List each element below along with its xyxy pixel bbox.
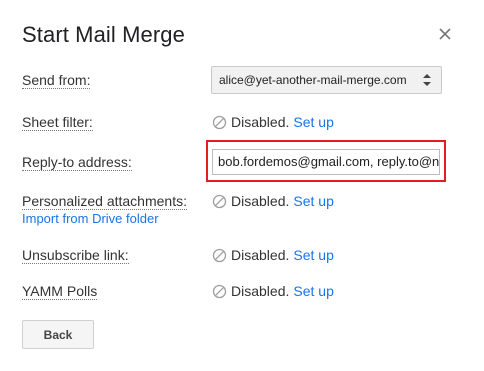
disabled-icon [212, 248, 227, 263]
send-from-value: alice@yet-another-mail-merge.com [219, 73, 407, 87]
attachments-status: Disabled. Set up [212, 193, 334, 209]
polls-status-text: Disabled. [231, 283, 290, 299]
attachments-setup-link[interactable]: Set up [293, 193, 333, 209]
disabled-icon [212, 194, 227, 209]
unsubscribe-setup-link[interactable]: Set up [293, 247, 333, 263]
polls-label: YAMM Polls [22, 283, 98, 300]
polls-status: Disabled. Set up [212, 283, 334, 299]
polls-setup-link[interactable]: Set up [293, 283, 333, 299]
dialog-title: Start Mail Merge [22, 22, 185, 47]
disabled-icon [212, 284, 227, 299]
sheet-filter-status-text: Disabled. [231, 114, 290, 130]
sheet-filter-label: Sheet filter: [22, 114, 93, 131]
attachments-label: Personalized attachments: [22, 193, 187, 210]
disabled-icon [212, 115, 227, 130]
back-button[interactable]: Back [22, 320, 94, 349]
sheet-filter-setup-link[interactable]: Set up [293, 114, 333, 130]
select-arrows-icon [423, 73, 431, 87]
unsubscribe-status: Disabled. Set up [212, 247, 334, 263]
send-from-select[interactable]: alice@yet-another-mail-merge.com [211, 66, 442, 94]
attachments-status-text: Disabled. [231, 193, 290, 209]
send-from-label: Send from: [22, 72, 91, 89]
reply-to-input[interactable]: bob.fordemos@gmail.com, reply.to@n [212, 149, 440, 175]
sheet-filter-status: Disabled. Set up [212, 114, 334, 130]
reply-to-label: Reply-to address: [22, 154, 132, 171]
unsubscribe-label: Unsubscribe link: [22, 247, 129, 264]
import-from-drive-link[interactable]: Import from Drive folder [22, 211, 159, 226]
close-icon[interactable] [436, 25, 454, 43]
unsubscribe-status-text: Disabled. [231, 247, 290, 263]
